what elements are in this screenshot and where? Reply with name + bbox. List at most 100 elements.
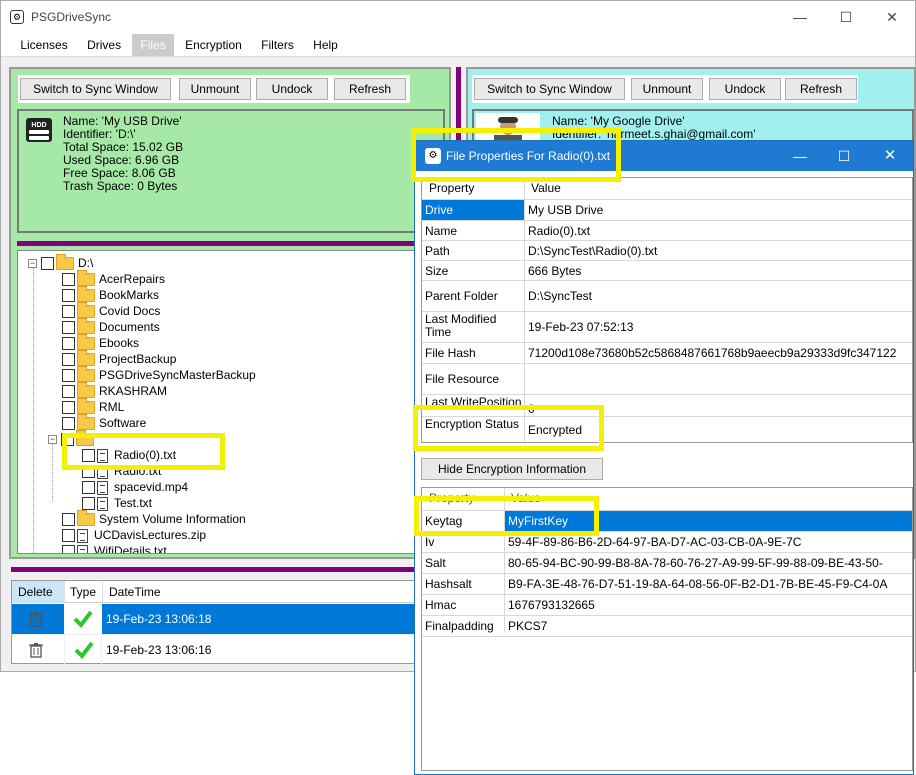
folder-icon [77,302,95,319]
tree-item[interactable]: WifiDetails.txt [62,543,167,553]
checkbox[interactable] [62,545,75,553]
switch-to-sync-button[interactable]: Switch to Sync Window [474,78,625,100]
hide-encryption-info-button[interactable]: Hide Encryption Information [421,458,603,480]
highlight-keytag [414,496,599,536]
tree-item[interactable]: UCDavisLectures.zip [62,527,206,543]
tree-item[interactable]: PSGDriveSyncMasterBackup [62,366,256,383]
enc-hashsalt-value[interactable]: B9-FA-3E-48-76-D7-51-19-8A-64-08-56-0F-B… [505,574,912,594]
enc-finalpadding-label[interactable]: Finalpadding [422,616,504,636]
close-button[interactable]: ✕ [869,1,915,33]
checkbox[interactable] [41,257,54,271]
tree-guide [33,263,34,553]
file-tree: − D:\ AcerRepairs BookMarks Covid Docs Do… [17,250,445,554]
refresh-button[interactable]: Refresh [334,78,406,100]
col-delete[interactable]: Delete [12,581,64,603]
collapse-icon[interactable]: − [28,259,37,269]
tree-item[interactable]: Software [62,414,146,431]
col-type[interactable]: Type [64,581,102,603]
highlight-radio-file [62,433,225,470]
tree-item[interactable]: System Volume Information [62,510,246,527]
tree-item[interactable]: Ebooks [62,334,139,351]
undock-button[interactable]: Undock [709,78,781,100]
tree-item[interactable]: ProjectBackup [62,350,176,367]
enc-finalpadding-value[interactable]: PKCS7 [505,616,912,636]
prop-parent-label[interactable]: Parent Folder [422,281,524,311]
prop-modified-label[interactable]: Last Modified Time [422,313,522,341]
close-button[interactable]: ✕ [867,141,913,171]
prop-name-label[interactable]: Name [422,221,524,241]
bottom-splitter[interactable] [11,567,451,572]
checkbox[interactable] [62,305,75,319]
tree-item[interactable]: Covid Docs [62,302,160,319]
enc-hashsalt-label[interactable]: Hashsalt [422,574,504,594]
prop-resource-value[interactable] [525,364,912,394]
checkbox[interactable] [62,289,75,303]
tree-item[interactable]: RKASHRAM [62,382,167,399]
unmount-button[interactable]: Unmount [179,78,251,100]
prop-path-label[interactable]: Path [422,241,524,261]
prop-resource-label[interactable]: File Resource [422,364,524,394]
enc-salt-label[interactable]: Salt [422,553,504,573]
checkbox[interactable] [62,273,75,287]
prop-size-value[interactable]: 666 Bytes [525,261,912,281]
left-toolbar: Switch to Sync Window Unmount Undock Ref… [18,75,410,103]
checkbox[interactable] [62,385,75,399]
table-row[interactable]: 19-Feb-23 13:06:18 [12,604,420,634]
checkbox[interactable] [62,369,75,383]
collapse-icon[interactable]: − [48,435,57,445]
menu-help[interactable]: Help [305,34,346,56]
maximize-button[interactable]: ☐ [821,141,867,171]
checkbox[interactable] [62,337,75,351]
trash-icon[interactable] [28,611,44,627]
header-value[interactable]: Value [528,181,728,195]
maximize-button[interactable]: ☐ [823,1,869,33]
minimize-button[interactable]: — [777,1,823,33]
unmount-button[interactable]: Unmount [631,78,703,100]
tree-item[interactable]: AcerRepairs [62,270,165,287]
prop-size-label[interactable]: Size [422,261,524,281]
prop-path-value[interactable]: D:\SyncTest\Radio(0).txt [525,241,912,261]
prop-name-value[interactable]: Radio(0).txt [525,221,912,241]
prop-hash-label[interactable]: File Hash [422,343,524,363]
folder-icon [77,398,95,415]
prop-drive-label[interactable]: Drive [422,200,524,220]
checkbox[interactable] [62,417,75,431]
tree-item[interactable]: RML [62,398,124,415]
checkbox[interactable] [62,513,75,527]
menu-filters[interactable]: Filters [253,34,302,56]
tree-item[interactable]: Test.txt [82,495,152,511]
refresh-button[interactable]: Refresh [785,78,857,100]
undock-button[interactable]: Undock [256,78,328,100]
folder-icon [77,350,95,367]
checkbox[interactable] [82,497,95,511]
checkbox[interactable] [62,401,75,415]
checkbox[interactable] [62,353,75,367]
tree-item[interactable]: Documents [62,318,160,335]
enc-hmac-value[interactable]: 1676793132665 [505,595,912,615]
tree-item[interactable]: BookMarks [62,286,159,303]
minimize-button[interactable]: — [777,141,823,171]
trash-icon[interactable] [28,642,44,658]
prop-drive-value[interactable]: My USB Drive [525,200,912,220]
tree-item[interactable]: spacevid.mp4 [82,479,188,495]
left-splitter[interactable] [17,241,445,246]
table-row[interactable]: 19-Feb-23 13:06:16 [12,634,420,665]
checkbox[interactable] [62,529,75,543]
checkbox[interactable] [82,481,95,495]
checkbox[interactable] [62,321,75,335]
header-property[interactable]: Property [426,181,522,195]
menu-licenses[interactable]: Licenses [12,34,75,56]
col-datetime[interactable]: DateTime [102,581,420,603]
prop-modified-value[interactable]: 19-Feb-23 07:52:13 [525,312,912,342]
trash-table: Delete Type DateTime 19-Feb-23 13:06:18 … [11,580,421,665]
enc-salt-value[interactable]: 80-65-94-BC-90-99-B8-8A-78-60-76-27-A9-9… [505,553,912,573]
switch-to-sync-button[interactable]: Switch to Sync Window [20,78,171,100]
enc-hmac-label[interactable]: Hmac [422,595,504,615]
menu-encryption[interactable]: Encryption [177,34,250,56]
folder-icon [77,382,95,399]
menu-drives[interactable]: Drives [79,34,129,56]
prop-parent-value[interactable]: D:\SyncTest [525,281,912,311]
prop-hash-value[interactable]: 71200d108e73680b52c5868487661768b9aeecb9… [525,343,912,363]
menu-files[interactable]: Files [132,34,174,56]
tree-root[interactable]: − D:\ [28,254,93,271]
